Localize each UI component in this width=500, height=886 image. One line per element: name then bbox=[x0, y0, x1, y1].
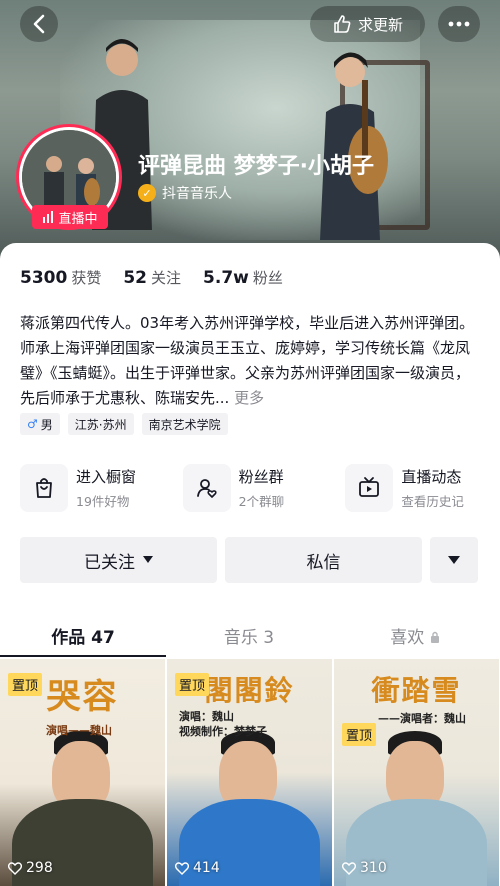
message-label: 私信 bbox=[306, 552, 341, 573]
verified-row: ✓ 抖音音乐人 bbox=[138, 183, 232, 203]
tag-school: 南京艺术学院 bbox=[141, 413, 228, 435]
tab-works[interactable]: 作品 47 bbox=[0, 613, 166, 657]
stat-followers-value: 5.7w bbox=[203, 268, 249, 288]
bio-more-link[interactable]: 更多 bbox=[234, 389, 264, 407]
video-card[interactable]: 置顶 閣閣鈴 演唱：魏山 视频制作：梦梦子 414 bbox=[167, 659, 332, 886]
heart-icon bbox=[342, 861, 356, 875]
profile-tags: ♂ 男 江苏·苏州 南京艺术学院 bbox=[20, 413, 228, 435]
recommend-dropdown-button[interactable] bbox=[430, 537, 478, 583]
stat-following-value: 52 bbox=[123, 268, 148, 288]
shortcut-fan-group-title: 粉丝群 bbox=[238, 468, 284, 486]
action-buttons: 已关注 私信 bbox=[20, 537, 478, 583]
tab-works-label: 作品 47 bbox=[51, 628, 115, 648]
stats-row: 5300 获赞 52 关注 5.7w 粉丝 bbox=[20, 267, 283, 288]
video-credit: ——演唱者：魏山 bbox=[378, 712, 466, 725]
tab-likes-label: 喜欢 bbox=[390, 628, 425, 648]
tab-likes[interactable]: 喜欢 bbox=[332, 613, 498, 657]
tag-location-label: 江苏·苏州 bbox=[74, 417, 127, 432]
tag-school-label: 南京艺术学院 bbox=[148, 417, 221, 432]
thumbs-up-icon bbox=[334, 15, 351, 33]
video-likes: 414 bbox=[175, 860, 220, 876]
request-update-label: 求更新 bbox=[357, 15, 403, 34]
stat-likes-value: 5300 bbox=[20, 268, 68, 288]
shortcut-showcase[interactable]: 进入橱窗 19件好物 bbox=[20, 460, 175, 516]
bio[interactable]: 蒋派第四代传人。03年考入苏州评弹学校，毕业后进入苏州评弹团。师承上海评弹团国家… bbox=[20, 311, 482, 411]
video-credit: 演唱——魏山 bbox=[46, 724, 112, 737]
stat-following-label: 关注 bbox=[151, 269, 182, 287]
heart-icon bbox=[175, 861, 189, 875]
video-grid: 置顶 哭容 演唱——魏山 298 置顶 閣閣鈴 演唱：魏山 视频制作：梦梦子 4… bbox=[0, 659, 500, 886]
pinned-badge: 置顶 bbox=[342, 723, 377, 746]
stat-followers[interactable]: 5.7w 粉丝 bbox=[203, 267, 283, 288]
live-label: 直播中 bbox=[58, 211, 98, 227]
video-card[interactable]: 置顶 衝踏雪 ——演唱者：魏山 310 bbox=[334, 659, 499, 886]
tag-gender-label: 男 bbox=[40, 417, 53, 432]
shortcut-live-history-title: 直播动态 bbox=[401, 468, 462, 486]
verified-label: 抖音音乐人 bbox=[162, 186, 232, 202]
profile-nickname: 评弹昆曲 梦梦子·小胡子 bbox=[138, 154, 375, 179]
profile-sheet: 5300 获赞 52 关注 5.7w 粉丝 蒋派第四代传人。03年考入苏州评弹学校，毕… bbox=[0, 243, 500, 886]
stat-followers-label: 粉丝 bbox=[252, 269, 283, 287]
shortcut-live-history[interactable]: 直播动态 查看历史记 bbox=[345, 460, 500, 516]
stat-following[interactable]: 52 关注 bbox=[123, 267, 181, 288]
tab-music-label: 音乐 3 bbox=[223, 628, 275, 648]
video-likes: 310 bbox=[342, 860, 387, 876]
verified-check-icon: ✓ bbox=[138, 184, 156, 202]
following-button[interactable]: 已关注 bbox=[20, 537, 217, 583]
pinned-badge: 置顶 bbox=[8, 673, 43, 696]
video-card[interactable]: 置顶 哭容 演唱——魏山 298 bbox=[0, 659, 165, 886]
chevron-left-icon bbox=[33, 14, 45, 34]
shortcut-showcase-title: 进入橱窗 bbox=[76, 468, 137, 486]
caret-down-icon bbox=[143, 556, 153, 563]
shortcut-row: 进入橱窗 19件好物 粉丝群 2个群聊 直播动态查看历史记 bbox=[20, 460, 500, 516]
video-title: 衝踏雪 bbox=[371, 674, 462, 707]
profile-banner: 求更新 直播中 评弹昆曲 梦梦子·小胡子 ✓ 抖音音乐人 bbox=[0, 0, 500, 260]
video-likes-count: 310 bbox=[360, 860, 387, 876]
banner-performer-right bbox=[320, 52, 388, 240]
back-button[interactable] bbox=[20, 6, 58, 42]
more-options-button[interactable] bbox=[438, 6, 480, 42]
caret-down-icon bbox=[448, 555, 460, 564]
shortcut-fan-group[interactable]: 粉丝群 2个群聊 bbox=[182, 460, 338, 516]
live-status-badge[interactable]: 直播中 bbox=[32, 205, 108, 229]
more-dots-icon bbox=[448, 21, 470, 27]
tv-icon bbox=[345, 464, 394, 512]
video-credit: 演唱：魏山 视频制作：梦梦子 bbox=[179, 710, 267, 738]
message-button[interactable]: 私信 bbox=[225, 537, 422, 583]
stat-likes[interactable]: 5300 获赞 bbox=[20, 267, 101, 288]
shopping-bag-icon bbox=[20, 464, 68, 512]
video-likes-count: 298 bbox=[26, 860, 53, 876]
request-update-button[interactable]: 求更新 bbox=[310, 6, 425, 42]
tab-music[interactable]: 音乐 3 bbox=[166, 613, 332, 657]
pinned-badge: 置顶 bbox=[175, 673, 210, 696]
tag-location: 江苏·苏州 bbox=[67, 413, 134, 435]
shortcut-live-history-sub: 查看历史记 bbox=[401, 494, 464, 509]
content-tabs: 作品 47 音乐 3 喜欢 bbox=[0, 613, 500, 657]
video-likes: 298 bbox=[8, 860, 53, 876]
shortcut-fan-group-sub: 2个群聊 bbox=[238, 494, 285, 509]
lock-icon bbox=[430, 631, 439, 643]
video-likes-count: 414 bbox=[193, 860, 220, 876]
fan-group-icon bbox=[182, 464, 231, 512]
live-bars-icon bbox=[43, 211, 54, 223]
male-icon: ♂ bbox=[27, 417, 38, 431]
heart-icon bbox=[8, 861, 22, 875]
tag-gender: ♂ 男 bbox=[20, 413, 60, 435]
stat-likes-label: 获赞 bbox=[71, 269, 102, 287]
shortcut-showcase-sub: 19件好物 bbox=[76, 494, 130, 509]
following-label: 已关注 bbox=[84, 552, 135, 573]
